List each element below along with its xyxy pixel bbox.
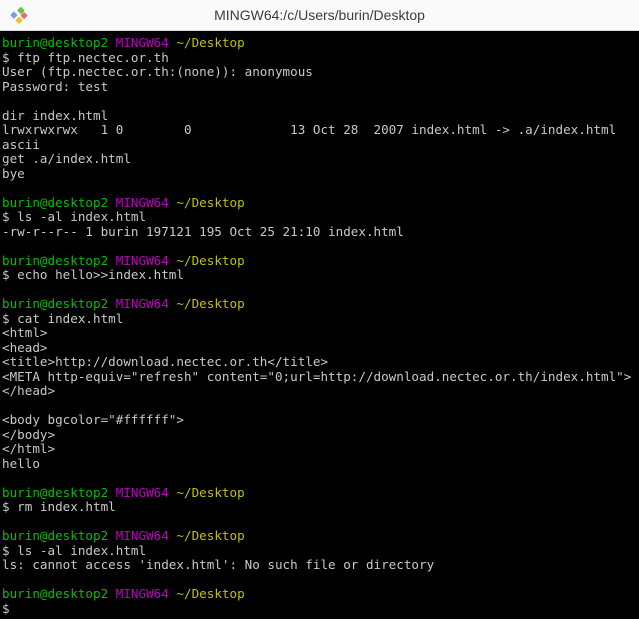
prompt-line: burin@desktop2 MINGW64 ~/Desktop bbox=[2, 486, 639, 501]
terminal-line: ls: cannot access 'index.html': No such … bbox=[2, 558, 639, 573]
terminal-line: Password: test bbox=[2, 80, 639, 95]
terminal-line bbox=[2, 471, 639, 486]
terminal-line: $ bbox=[2, 602, 639, 617]
prompt-env: MINGW64 bbox=[116, 253, 169, 268]
terminal-line: <META http-equiv="refresh" content="0;ur… bbox=[2, 370, 639, 385]
terminal-line bbox=[2, 573, 639, 588]
prompt-cwd: ~/Desktop bbox=[176, 253, 244, 268]
terminal-line: <html> bbox=[2, 326, 639, 341]
prompt-line: burin@desktop2 MINGW64 ~/Desktop bbox=[2, 587, 639, 602]
prompt-cwd: ~/Desktop bbox=[176, 586, 244, 601]
git-bash-icon[interactable] bbox=[9, 6, 29, 26]
terminal-line: $ rm index.html bbox=[2, 500, 639, 515]
prompt-cwd: ~/Desktop bbox=[176, 485, 244, 500]
prompt-user-host: burin@desktop2 bbox=[2, 296, 108, 311]
terminal-line: ascii bbox=[2, 138, 639, 153]
terminal-line: $ cat index.html bbox=[2, 312, 639, 327]
titlebar[interactable]: MINGW64:/c/Users/burin/Desktop bbox=[0, 0, 639, 31]
prompt-user-host: burin@desktop2 bbox=[2, 485, 108, 500]
prompt-env: MINGW64 bbox=[116, 195, 169, 210]
prompt-user-host: burin@desktop2 bbox=[2, 253, 108, 268]
prompt-line: burin@desktop2 MINGW64 ~/Desktop bbox=[2, 254, 639, 269]
prompt-line: burin@desktop2 MINGW64 ~/Desktop bbox=[2, 297, 639, 312]
mintty-window: MINGW64:/c/Users/burin/Desktop burin@des… bbox=[0, 0, 639, 619]
prompt-line: burin@desktop2 MINGW64 ~/Desktop bbox=[2, 196, 639, 211]
terminal-line: $ echo hello>>index.html bbox=[2, 268, 639, 283]
prompt-env: MINGW64 bbox=[116, 586, 169, 601]
prompt-cwd: ~/Desktop bbox=[176, 528, 244, 543]
prompt-env: MINGW64 bbox=[116, 296, 169, 311]
prompt-user-host: burin@desktop2 bbox=[2, 35, 108, 50]
window-title: MINGW64:/c/Users/burin/Desktop bbox=[214, 7, 425, 23]
prompt-user-host: burin@desktop2 bbox=[2, 195, 108, 210]
terminal-line: -rw-r--r-- 1 burin 197121 195 Oct 25 21:… bbox=[2, 225, 639, 240]
terminal-line: </head> bbox=[2, 384, 639, 399]
prompt-cwd: ~/Desktop bbox=[176, 35, 244, 50]
terminal-line bbox=[2, 399, 639, 414]
terminal-line: $ ftp ftp.nectec.or.th bbox=[2, 51, 639, 66]
prompt-env: MINGW64 bbox=[116, 528, 169, 543]
terminal-line: bye bbox=[2, 167, 639, 182]
terminal-line bbox=[2, 181, 639, 196]
prompt-line: burin@desktop2 MINGW64 ~/Desktop bbox=[2, 36, 639, 51]
terminal-line bbox=[2, 94, 639, 109]
prompt-user-host: burin@desktop2 bbox=[2, 586, 108, 601]
terminal-line bbox=[2, 283, 639, 298]
terminal-output[interactable]: burin@desktop2 MINGW64 ~/Desktop$ ftp ft… bbox=[0, 31, 639, 619]
terminal-line: $ ls -al index.html bbox=[2, 210, 639, 225]
prompt-cwd: ~/Desktop bbox=[176, 296, 244, 311]
terminal-line: lrwxrwxrwx 1 0 0 13 Oct 28 2007 index.ht… bbox=[2, 123, 639, 138]
terminal-line: get .a/index.html bbox=[2, 152, 639, 167]
terminal-line: </html> bbox=[2, 442, 639, 457]
terminal-line: </body> bbox=[2, 428, 639, 443]
prompt-cwd: ~/Desktop bbox=[176, 195, 244, 210]
terminal-line: $ ls -al index.html bbox=[2, 544, 639, 559]
terminal-line: <head> bbox=[2, 341, 639, 356]
terminal-line bbox=[2, 239, 639, 254]
terminal-line: hello bbox=[2, 457, 639, 472]
prompt-env: MINGW64 bbox=[116, 485, 169, 500]
prompt-line: burin@desktop2 MINGW64 ~/Desktop bbox=[2, 529, 639, 544]
terminal-line: <body bgcolor="#ffffff"> bbox=[2, 413, 639, 428]
terminal-line: dir index.html bbox=[2, 109, 639, 124]
terminal-line bbox=[2, 515, 639, 530]
prompt-env: MINGW64 bbox=[116, 35, 169, 50]
prompt-user-host: burin@desktop2 bbox=[2, 528, 108, 543]
terminal-line: User (ftp.nectec.or.th:(none)): anonymou… bbox=[2, 65, 639, 80]
terminal-line: <title>http://download.nectec.or.th</tit… bbox=[2, 355, 639, 370]
